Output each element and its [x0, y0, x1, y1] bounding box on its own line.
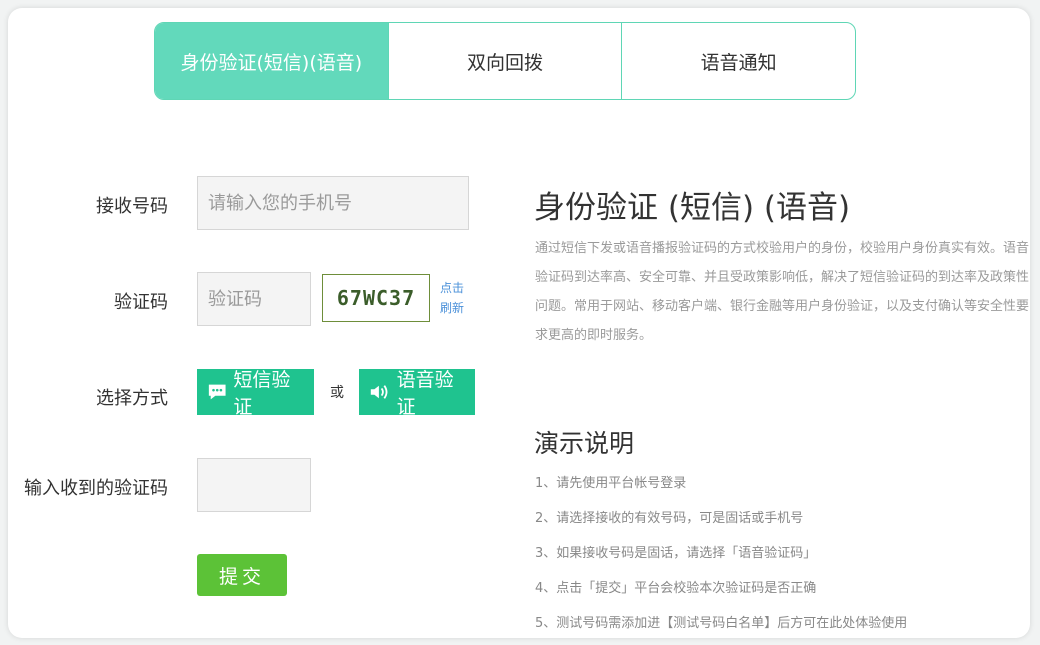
list-item: 3、如果接收号码是固话，请选择「语音验证码」 [535, 546, 817, 561]
tab-voice-notification[interactable]: 语音通知 [621, 23, 855, 99]
submit-button[interactable]: 提交 [197, 554, 287, 596]
code-input[interactable] [197, 272, 311, 326]
list-item: 2、请选择接收的有效号码，可是固话或手机号 [535, 511, 804, 526]
received-code-input[interactable] [197, 458, 311, 512]
or-text: 或 [330, 385, 344, 401]
voice-verify-button[interactable]: 语音验证 [359, 369, 475, 418]
code-label: 验证码 [114, 292, 168, 313]
received-code-label: 输入收到的验证码 [24, 478, 168, 499]
tab-two-way-callback[interactable]: 双向回拨 [387, 23, 622, 99]
tab-bar: 身份验证(短信)(语音) 双向回拨 语音通知 [154, 22, 856, 100]
phone-label: 接收号码 [96, 196, 168, 217]
demo-steps: 1、请先使用平台帐号登录 2、请选择接收的有效号码，可是固话或手机号 3、如果接… [535, 466, 1029, 638]
info-title: 身份验证 (短信) (语音) [534, 190, 851, 226]
captcha-image[interactable]: 67WC37 [322, 274, 430, 322]
chat-bubble-icon [208, 384, 226, 400]
voice-verify-label: 语音验证 [396, 369, 454, 418]
speaker-icon [370, 385, 388, 399]
method-label: 选择方式 [96, 388, 168, 409]
info-description: 通过短信下发或语音播报验证码的方式校验用户的身份，校验用户身份真实有效。语音验证… [535, 241, 1030, 343]
sms-verify-button[interactable]: 短信验证 [197, 369, 314, 418]
sms-verify-label: 短信验证 [233, 369, 291, 418]
refresh-link[interactable]: 点击刷新 [440, 278, 468, 318]
main-card: 身份验证(短信)(语音) 双向回拨 语音通知 接收号码 验证码 67WC37 点… [8, 8, 1030, 638]
tab-identity-verification[interactable]: 身份验证(短信)(语音) [155, 23, 388, 99]
list-item: 1、请先使用平台帐号登录 [535, 476, 687, 491]
list-item: 4、点击「提交」平台会校验本次验证码是否正确 [535, 581, 817, 596]
list-item: 5、测试号码需添加进【测试号码白名单】后方可在此处体验使用 [535, 616, 908, 631]
demo-title: 演示说明 [534, 429, 635, 458]
phone-input[interactable] [197, 176, 469, 230]
